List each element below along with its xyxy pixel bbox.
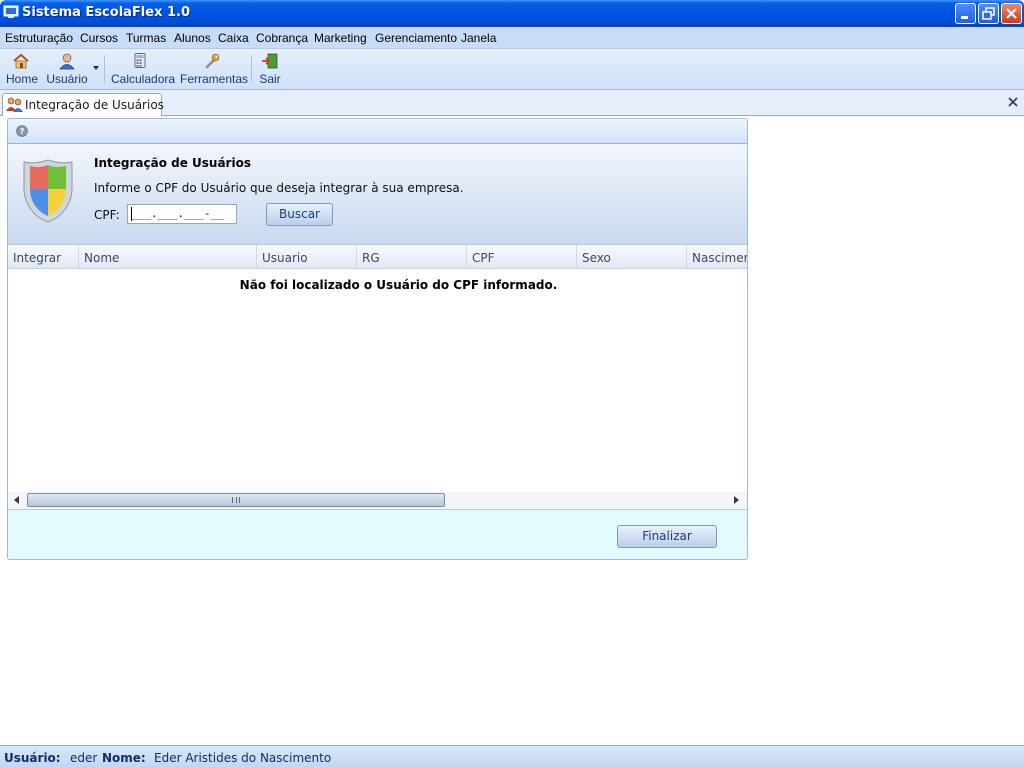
- shield-icon: [23, 159, 73, 223]
- title-bar[interactable]: Sistema EscolaFlex 1.0: [0, 0, 1024, 27]
- scroll-thumb[interactable]: [27, 493, 445, 507]
- usuario-label: Usuário: [46, 72, 88, 86]
- sair-label: Sair: [259, 72, 281, 86]
- ferramentas-button[interactable]: Ferramentas: [180, 52, 249, 86]
- calculadora-label: Calculadora: [111, 72, 176, 86]
- menu-estruturacao[interactable]: Estruturação: [5, 31, 73, 45]
- toolbar: Home Usuário Calculadora Ferramentas Sai…: [0, 49, 1024, 90]
- toolbar-separator: [251, 55, 252, 83]
- column-rg[interactable]: RG: [357, 245, 467, 269]
- horizontal-scrollbar[interactable]: [8, 492, 747, 509]
- close-tab-icon[interactable]: [1007, 96, 1019, 108]
- chevron-down-icon[interactable]: [93, 66, 99, 70]
- restore-icon: [982, 7, 995, 20]
- status-user-value: eder: [70, 751, 98, 765]
- calculator-icon: [134, 53, 146, 68]
- menu-bar: Estruturação Cursos Turmas Alunos Caixa …: [0, 27, 1024, 49]
- usuario-button[interactable]: Usuário: [46, 52, 88, 86]
- cpf-label: CPF:: [94, 208, 120, 222]
- exit-icon: [262, 53, 278, 69]
- menu-cobranca[interactable]: Cobrança: [256, 31, 308, 45]
- column-nascimento[interactable]: Nascimento: [687, 245, 747, 269]
- users-grid: Integrar Nome Usuario RG CPF Sexo Nascim…: [8, 244, 747, 509]
- app-monitor-icon: [3, 5, 19, 18]
- status-name-label: Nome:: [102, 751, 146, 765]
- column-sexo[interactable]: Sexo: [577, 245, 687, 269]
- empty-message: Não foi localizado o Usuário do CPF info…: [239, 278, 558, 292]
- home-button[interactable]: Home: [6, 52, 39, 86]
- menu-marketing[interactable]: Marketing: [314, 31, 367, 45]
- status-user-label: Usuário:: [4, 751, 61, 765]
- panel-footer: Finalizar: [8, 509, 747, 559]
- panel-description: Informe o CPF do Usuário que deseja inte…: [94, 181, 464, 195]
- home-label: Home: [6, 72, 39, 86]
- home-icon: [13, 53, 29, 69]
- minimize-icon: [961, 16, 968, 19]
- window-title: Sistema EscolaFlex 1.0: [22, 5, 191, 20]
- tab-label: Integração de Usuários: [25, 98, 164, 112]
- user-icon: [59, 53, 75, 70]
- text-caret: [131, 207, 132, 221]
- close-window-button[interactable]: [1001, 3, 1022, 24]
- close-icon: [1006, 8, 1017, 19]
- column-usuario[interactable]: Usuario: [257, 245, 357, 269]
- integration-panel: ? Integração de Usuários Informe o CPF d…: [7, 118, 748, 560]
- tab-strip: Integração de Usuários: [0, 90, 1024, 116]
- grip-icon: [232, 497, 240, 503]
- restore-button[interactable]: [978, 3, 999, 24]
- column-cpf[interactable]: CPF: [467, 245, 577, 269]
- scroll-right-icon[interactable]: [734, 496, 739, 504]
- menu-caixa[interactable]: Caixa: [218, 31, 249, 45]
- panel-title: Integração de Usuários: [94, 156, 251, 170]
- toolbar-separator: [104, 55, 105, 83]
- info-area: Integração de Usuários Informe o CPF do …: [8, 144, 747, 244]
- users-icon: [6, 97, 23, 112]
- menu-gerenciamento[interactable]: Gerenciamento: [375, 31, 457, 45]
- calculadora-button[interactable]: Calculadora: [111, 52, 176, 86]
- tab-integracao-usuarios[interactable]: Integração de Usuários: [2, 93, 164, 116]
- menu-turmas[interactable]: Turmas: [126, 31, 166, 45]
- svg-text:?: ?: [20, 127, 25, 136]
- grid-header: Integrar Nome Usuario RG CPF Sexo Nascim…: [8, 245, 747, 269]
- wrench-icon: [205, 53, 220, 69]
- minimize-button[interactable]: [955, 3, 976, 24]
- menu-alunos[interactable]: Alunos: [174, 31, 211, 45]
- help-icon[interactable]: ?: [16, 125, 28, 137]
- ferramentas-label: Ferramentas: [180, 72, 249, 86]
- column-nome[interactable]: Nome: [79, 245, 257, 269]
- panel-header: ?: [8, 119, 747, 144]
- sair-button[interactable]: Sair: [258, 52, 282, 86]
- menu-cursos[interactable]: Cursos: [80, 31, 118, 45]
- column-integrar[interactable]: Integrar: [8, 245, 79, 269]
- search-button[interactable]: Buscar: [266, 203, 333, 226]
- status-bar: Usuário: eder Nome: Eder Aristides do Na…: [0, 745, 1024, 768]
- cpf-input[interactable]: ___.___.___-__: [127, 204, 237, 224]
- finish-button[interactable]: Finalizar: [617, 525, 717, 548]
- scroll-left-icon[interactable]: [14, 496, 19, 504]
- menu-janela[interactable]: Janela: [461, 31, 496, 45]
- status-name-value: Eder Aristides do Nascimento: [154, 751, 332, 765]
